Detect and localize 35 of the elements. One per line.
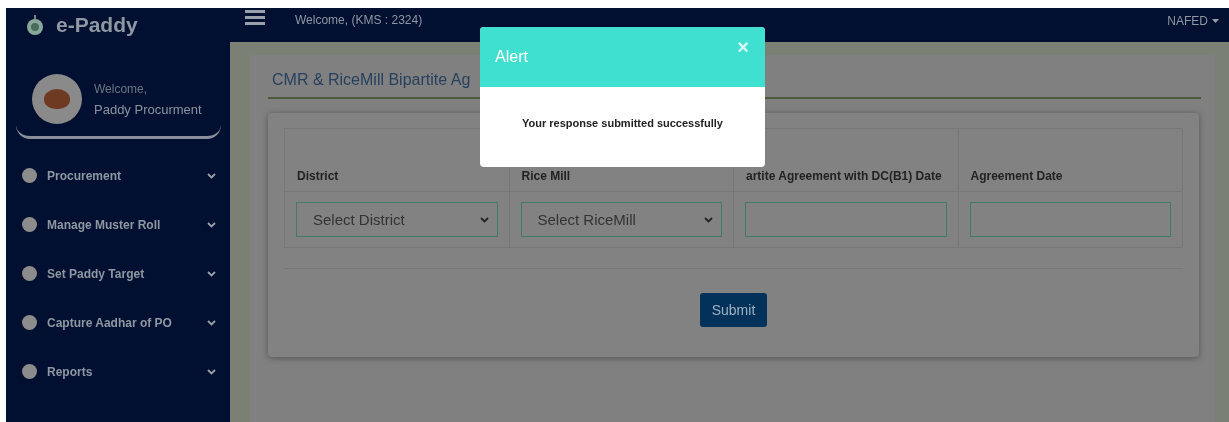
chevron-icon: [207, 319, 216, 326]
welcome-text: Welcome, (KMS : 2324): [295, 13, 423, 27]
sidebar-item[interactable]: Capture Aadhar of PO: [6, 298, 230, 347]
sidebar-item[interactable]: Manage Muster Roll: [6, 200, 230, 249]
date-field[interactable]: [745, 202, 947, 237]
chevron-icon: [207, 270, 216, 277]
chevron-icon: [207, 221, 216, 228]
page-title: CMR & RiceMill Bipartite Ag: [271, 71, 472, 90]
chevron-icon: [207, 172, 216, 179]
welcome-text: Welcome,: [94, 81, 149, 96]
chevron-icon: [704, 216, 713, 223]
chevron-icon: [479, 216, 489, 223]
avatar-icon: [32, 74, 82, 124]
bullet-icon: [22, 168, 37, 183]
user-name: Paddy Procurment: [94, 101, 202, 117]
date-field[interactable]: [969, 202, 1171, 237]
sidebar-item[interactable]: Procurement: [6, 151, 230, 200]
alert-message: Your response submitted successfully: [522, 117, 723, 129]
user-menu[interactable]: NAFED: [1167, 14, 1219, 28]
bullet-icon: [22, 364, 37, 379]
sidebar-item[interactable]: Reports: [6, 347, 230, 396]
column-header: Agreement Date: [958, 128, 1183, 192]
dialog-title: Alert: [495, 48, 528, 66]
chevron-icon: [207, 368, 216, 375]
menu-icon[interactable]: [245, 10, 265, 26]
logo-icon: [26, 14, 44, 36]
caret-icon: [1212, 19, 1219, 23]
submit-button[interactable]: Submit: [699, 293, 768, 327]
bullet-icon: [22, 266, 37, 281]
app-title: e-Paddy: [56, 13, 138, 37]
dropdown-field[interactable]: Select District: [296, 202, 498, 237]
dropdown-field[interactable]: Select RiceMill: [520, 202, 722, 237]
bullet-icon: [22, 315, 37, 330]
bullet-icon: [22, 217, 37, 232]
sidebar-item[interactable]: Set Paddy Target: [6, 249, 230, 298]
